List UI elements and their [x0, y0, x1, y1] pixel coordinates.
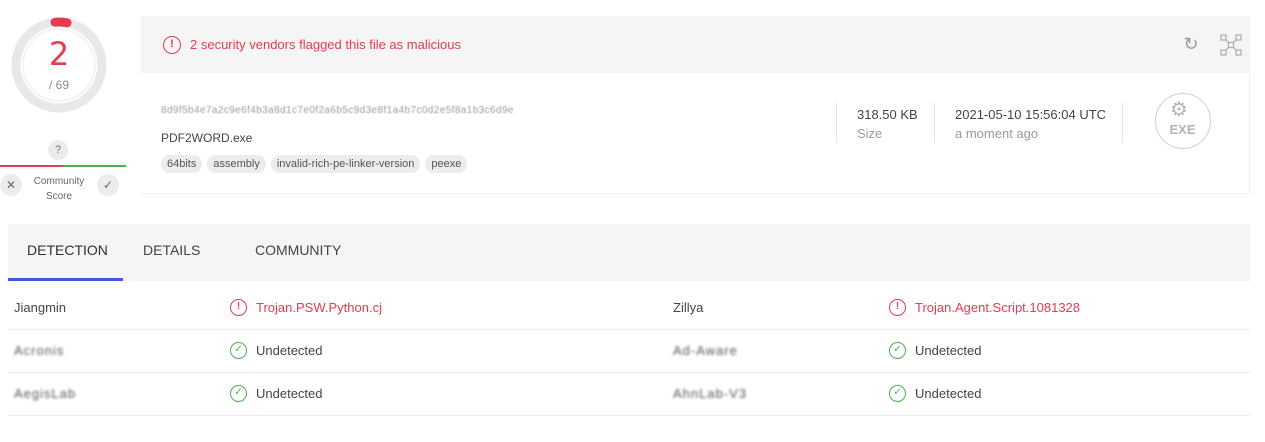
file-tag[interactable]: invalid-rich-pe-linker-version — [270, 155, 421, 173]
check-circle-icon: ✓ — [230, 342, 247, 359]
last-analysis-relative: a moment ago — [955, 126, 1039, 141]
tab-details[interactable]: DETAILS — [143, 242, 200, 258]
community-score-label: Community Score — [33, 176, 85, 202]
vendor-name: Ad-Aware — [673, 343, 738, 358]
last-analysis-date: 2021-05-10 15:56:04 UTC — [955, 107, 1107, 122]
file-tag[interactable]: assembly — [207, 155, 266, 173]
alert-message: 2 security vendors flagged this file as … — [190, 37, 461, 52]
divider — [1122, 103, 1123, 143]
detected-count: 2 — [48, 35, 70, 73]
report-tabs: DETECTION DETAILS COMMUNITY — [8, 224, 1250, 281]
detection-score-ring: 2 / 69 — [8, 14, 110, 116]
community-score: ? ✕ Community Score ✓ — [0, 140, 126, 204]
vendor-name: Acronis — [14, 343, 65, 358]
file-name: PDF2WORD.exe — [161, 131, 253, 145]
file-type-label: EXE — [1169, 122, 1196, 137]
file-size-label: Size — [857, 126, 883, 141]
community-score-bar — [0, 165, 126, 167]
vote-malicious-button[interactable]: ✕ — [0, 174, 22, 196]
detection-result: Trojan.PSW.Python.cj — [256, 300, 382, 315]
file-hash[interactable]: 8d9f5b4e7a2c9e6f4b3a8d1c7e0f2a6b5c9d3e8f… — [161, 105, 514, 116]
community-score-value: ? — [48, 140, 68, 160]
detection-result: Trojan.Agent.Script.1081328 — [915, 300, 1081, 315]
divider — [836, 103, 837, 143]
file-info-panel: 8d9f5b4e7a2c9e6f4b3a8d1c7e0f2a6b5c9d3e8f… — [141, 73, 1250, 194]
detection-result: Undetected — [256, 343, 323, 358]
exe-file-icon: ⚙ EXE — [1155, 93, 1211, 149]
vote-harmless-button[interactable]: ✓ — [97, 174, 119, 196]
x-icon: ✕ — [5, 178, 17, 192]
vendor-name: Zillya — [673, 300, 704, 315]
detection-result: Undetected — [915, 343, 982, 358]
vendor-name: AegisLab — [14, 386, 77, 401]
gear-icon: ⚙ — [1170, 99, 1188, 121]
graph-icon[interactable] — [1219, 33, 1243, 57]
tab-detection[interactable]: DETECTION — [27, 242, 108, 258]
table-row: AegisLab ✓ Undetected AhnLab-V3 ✓ Undete… — [8, 373, 1250, 416]
file-tags: 64bits assembly invalid-rich-pe-linker-v… — [161, 155, 468, 173]
file-size-value: 318.50 KB — [857, 107, 918, 122]
table-row: Acronis ✓ Undetected Ad-Aware ✓ Undetect… — [8, 330, 1250, 373]
vendor-name: AhnLab-V3 — [673, 386, 748, 401]
table-row: Jiangmin ! Trojan.PSW.Python.cj Zillya !… — [8, 287, 1250, 330]
check-icon: ✓ — [102, 178, 114, 192]
malicious-alert-bar: ! 2 security vendors flagged this file a… — [141, 16, 1250, 73]
exclamation-circle-icon: ! — [163, 36, 181, 54]
exclamation-circle-icon: ! — [230, 299, 247, 316]
file-tag[interactable]: peexe — [425, 155, 468, 173]
exclamation-circle-icon: ! — [889, 299, 906, 316]
check-circle-icon: ✓ — [230, 385, 247, 402]
score-ring-fill — [50, 17, 72, 28]
detection-result: Undetected — [915, 386, 982, 401]
refresh-icon[interactable]: ↻ — [1181, 34, 1201, 54]
divider — [934, 103, 935, 143]
detection-result: Undetected — [256, 386, 323, 401]
vendor-name: Jiangmin — [14, 300, 67, 315]
active-tab-indicator — [8, 278, 123, 281]
check-circle-icon: ✓ — [889, 342, 906, 359]
total-engines: / 69 — [48, 78, 69, 92]
check-circle-icon: ✓ — [889, 385, 906, 402]
tab-community[interactable]: COMMUNITY — [255, 242, 341, 258]
file-tag[interactable]: 64bits — [161, 155, 203, 173]
